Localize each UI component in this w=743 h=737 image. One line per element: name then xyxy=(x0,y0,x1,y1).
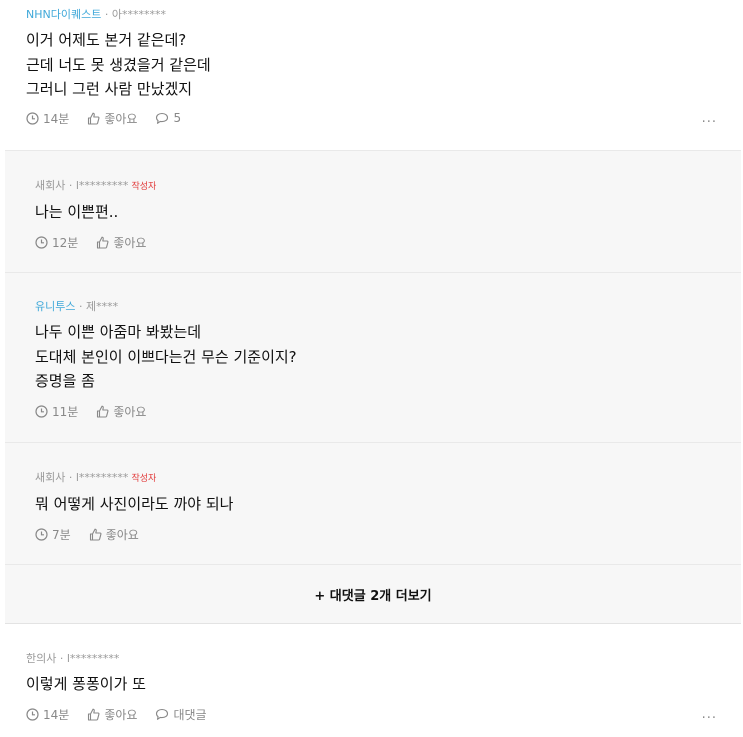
comment-line: 나두 이쁜 아줌마 봐봤는데 xyxy=(35,323,202,341)
like-label: 좋아요 xyxy=(113,404,147,419)
timestamp: 11분 xyxy=(35,403,78,420)
meta-separator: · xyxy=(101,8,112,21)
comment-meta: 유니투스 · 제**** xyxy=(35,300,711,314)
comment-thread: NHN다이퀘스트 · 아******** 이거 어제도 본거 같은데? 근데 너… xyxy=(0,0,743,737)
reply-count: 5 xyxy=(173,111,182,125)
comment-actions: 11분 좋아요 xyxy=(35,403,711,420)
clock-icon xyxy=(35,235,48,249)
like-label: 좋아요 xyxy=(104,707,138,722)
meta-separator: · xyxy=(65,471,76,484)
company-name[interactable]: 새회사 xyxy=(35,471,65,484)
time-text: 7분 xyxy=(52,527,71,542)
timestamp: 14분 xyxy=(26,110,69,127)
thumbs-up-icon xyxy=(89,528,102,541)
more-replies-button[interactable]: + 대댓글 2개 더보기 xyxy=(5,564,741,624)
meta-separator: · xyxy=(75,300,86,313)
user-name: l********* xyxy=(75,179,129,192)
user-name: l********* xyxy=(66,652,120,665)
reply-label: 대댓글 xyxy=(173,707,207,722)
comment-meta: 새회사 · l********* 작성자 xyxy=(35,179,711,194)
time-text: 11분 xyxy=(52,404,79,419)
comment-line: 이렇게 퐁퐁이가 또 xyxy=(26,675,146,693)
thumbs-up-icon xyxy=(97,236,109,249)
time-text: 14분 xyxy=(43,111,70,126)
company-name[interactable]: 한의사 xyxy=(26,652,56,665)
user-name: 아******** xyxy=(111,8,166,21)
speech-bubble-icon xyxy=(156,708,169,720)
clock-icon xyxy=(26,707,39,721)
comment-actions: 14분 좋아요 대댓글 ... xyxy=(26,706,717,723)
comment-line: 나는 이쁜편.. xyxy=(35,203,119,221)
comment-line: 이거 어제도 본거 같은데? xyxy=(26,31,187,49)
like-button[interactable]: 좋아요 xyxy=(89,526,139,543)
author-badge: 작성자 xyxy=(131,182,157,192)
comment-body: 이렇게 퐁퐁이가 또 xyxy=(26,672,717,697)
user-name: 제**** xyxy=(85,300,119,313)
like-label: 좋아요 xyxy=(104,111,138,126)
thumbs-up-icon xyxy=(97,405,109,418)
comment-body: 뭐 어떻게 사진이라도 까야 되나 xyxy=(35,492,711,517)
clock-icon xyxy=(35,527,48,541)
timestamp: 12분 xyxy=(35,234,78,251)
comment-meta: 새회사 · l********* 작성자 xyxy=(35,471,711,486)
reply-button[interactable]: 대댓글 xyxy=(155,706,207,723)
comment-line: 근데 너도 못 생겼을거 같은데 xyxy=(26,55,211,74)
meta-separator: · xyxy=(56,652,67,665)
like-button[interactable]: 좋아요 xyxy=(87,706,137,723)
comment-body: 나는 이쁜편.. xyxy=(35,200,711,225)
comment-actions: 14분 좋아요 5 ... xyxy=(26,110,717,127)
thumbs-up-icon xyxy=(88,112,100,125)
author-badge: 작성자 xyxy=(131,474,157,484)
meta-separator: · xyxy=(65,179,76,192)
time-text: 12분 xyxy=(52,235,79,250)
like-label: 좋아요 xyxy=(105,527,139,542)
like-button[interactable]: 좋아요 xyxy=(96,234,146,251)
time-text: 14분 xyxy=(43,707,70,722)
company-link[interactable]: NHN다이퀘스트 xyxy=(26,8,101,21)
comment-body: 이거 어제도 본거 같은데? 근데 너도 못 생겼을거 같은데 그러니 그런 사… xyxy=(26,28,717,102)
timestamp: 7분 xyxy=(35,526,71,543)
reply-comment: 새회사 · l********* 작성자 뭐 어떻게 사진이라도 까야 되나 7분… xyxy=(5,442,741,564)
speech-bubble-icon xyxy=(156,112,169,124)
clock-icon xyxy=(35,404,48,418)
more-options-button[interactable]: ... xyxy=(702,111,717,126)
clock-icon xyxy=(26,111,39,125)
company-link[interactable]: 유니투스 xyxy=(35,300,75,313)
like-label: 좋아요 xyxy=(113,235,147,250)
comment-actions: 7분 좋아요 xyxy=(35,526,711,543)
like-button[interactable]: 좋아요 xyxy=(96,403,146,420)
reply-comment: 유니투스 · 제**** 나두 이쁜 아줌마 봐봤는데 도대체 본인이 이쁘다는… xyxy=(5,272,741,442)
comment: 한의사 · l********* 이렇게 퐁퐁이가 또 14분 좋아요 대댓글 … xyxy=(0,624,743,737)
like-button[interactable]: 좋아요 xyxy=(87,110,137,127)
comment-actions: 12분 좋아요 xyxy=(35,234,711,251)
comment-line: 뭐 어떻게 사진이라도 까야 되나 xyxy=(35,495,234,513)
comment-meta: 한의사 · l********* xyxy=(26,652,717,666)
reply-count-button[interactable]: 5 xyxy=(155,111,181,125)
comment: NHN다이퀘스트 · 아******** 이거 어제도 본거 같은데? 근데 너… xyxy=(0,0,743,150)
comment-line: 도대체 본인이 이쁘다는건 무슨 기준이지? xyxy=(35,347,297,366)
company-name[interactable]: 새회사 xyxy=(35,179,65,192)
more-options-button[interactable]: ... xyxy=(702,707,717,722)
comment-body: 나두 이쁜 아줌마 봐봤는데 도대체 본인이 이쁘다는건 무슨 기준이지? 증명… xyxy=(35,320,711,394)
comment-line: 그러니 그런 사람 만났겠지 xyxy=(26,80,193,98)
user-name: l********* xyxy=(75,471,129,484)
thumbs-up-icon xyxy=(88,708,100,721)
timestamp: 14분 xyxy=(26,706,69,723)
reply-comment: 새회사 · l********* 작성자 나는 이쁜편.. 12분 좋아요 xyxy=(5,150,741,272)
comment-line: 증명을 좀 xyxy=(35,372,95,390)
comment-meta: NHN다이퀘스트 · 아******** xyxy=(26,8,717,22)
